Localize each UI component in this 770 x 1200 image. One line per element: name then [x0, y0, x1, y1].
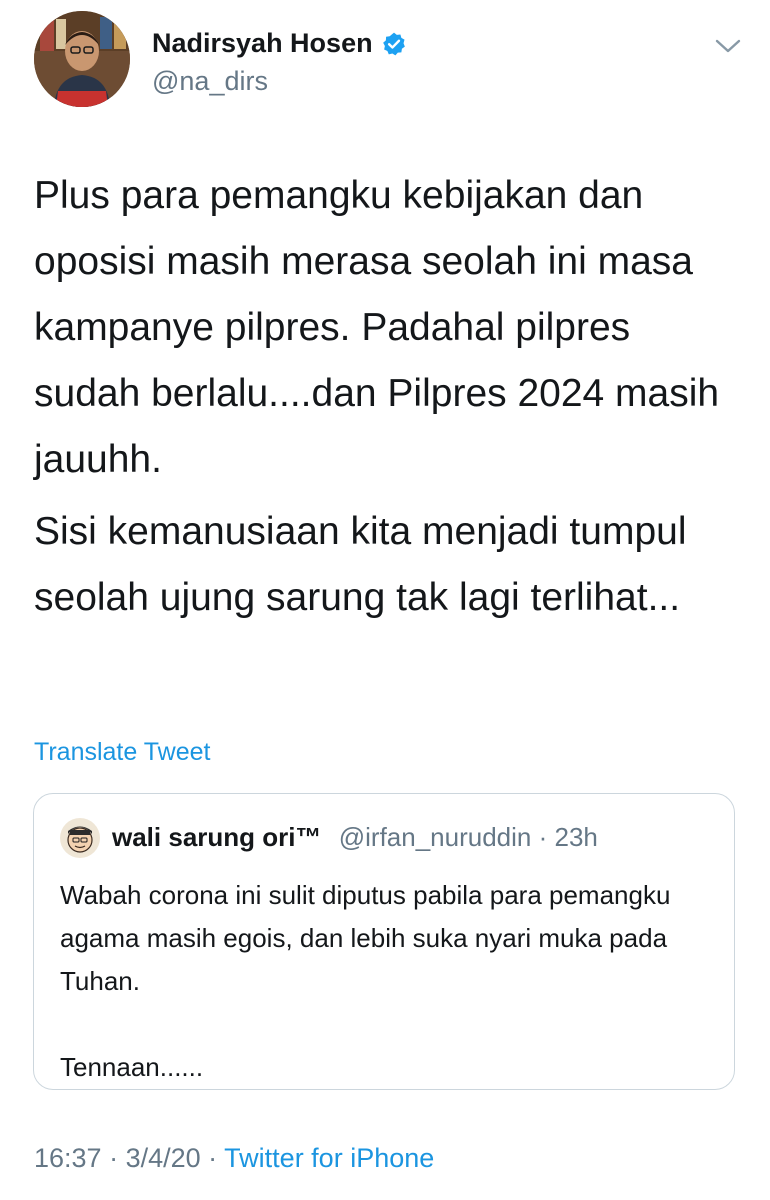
tweet-text-paragraph: Plus para pemangku kebijakan dan oposisi… [34, 174, 720, 481]
translate-tweet-link[interactable]: Translate Tweet [34, 738, 210, 767]
quoted-tweet-header: wali sarung ori™ @irfan_nuruddin · 23h [112, 822, 598, 853]
quoted-author-avatar-image [60, 818, 100, 858]
quoted-author-avatar [60, 818, 100, 858]
verified-badge-icon [382, 32, 405, 55]
tweet-meta: 16:37 · 3/4/20 · Twitter for iPhone [34, 1143, 434, 1174]
chevron-down-icon [715, 39, 741, 53]
author-name[interactable]: Nadirsyah Hosen [152, 28, 373, 59]
author-name-row[interactable]: Nadirsyah Hosen [152, 28, 407, 59]
quoted-author-handle: @irfan_nuruddin [338, 822, 532, 852]
tweet-date[interactable]: 3/4/20 [126, 1143, 201, 1173]
tweet-meta-separator: · [200, 1143, 225, 1173]
quoted-tweet-paragraph: Wabah corona ini sulit diputus pabila pa… [60, 880, 671, 996]
quoted-tweet-text: Wabah corona ini sulit diputus pabila pa… [60, 874, 710, 1089]
author-avatar-image [34, 11, 130, 107]
tweet-meta-separator: · [101, 1143, 126, 1173]
tweet-menu-button[interactable] [712, 34, 744, 58]
quoted-tweet-card[interactable]: wali sarung ori™ @irfan_nuruddin · 23h W… [33, 793, 735, 1090]
quoted-author-name: wali sarung ori™ [112, 822, 322, 852]
quoted-tweet-time: 23h [554, 822, 598, 852]
author-handle[interactable]: @na_dirs [152, 66, 268, 97]
tweet-text: Plus para pemangku kebijakan dan oposisi… [34, 163, 734, 631]
tweet-text-paragraph: Sisi kemanusiaan kita menjadi tumpul seo… [34, 510, 687, 619]
tweet-source-link[interactable]: Twitter for iPhone [224, 1143, 434, 1173]
author-avatar[interactable] [34, 11, 130, 107]
quoted-tweet-blank-line [60, 1003, 710, 1046]
tweet-time[interactable]: 16:37 [34, 1143, 102, 1173]
quoted-header-separator: · [538, 822, 548, 852]
quoted-tweet-paragraph: Tennaan...... [60, 1052, 204, 1082]
